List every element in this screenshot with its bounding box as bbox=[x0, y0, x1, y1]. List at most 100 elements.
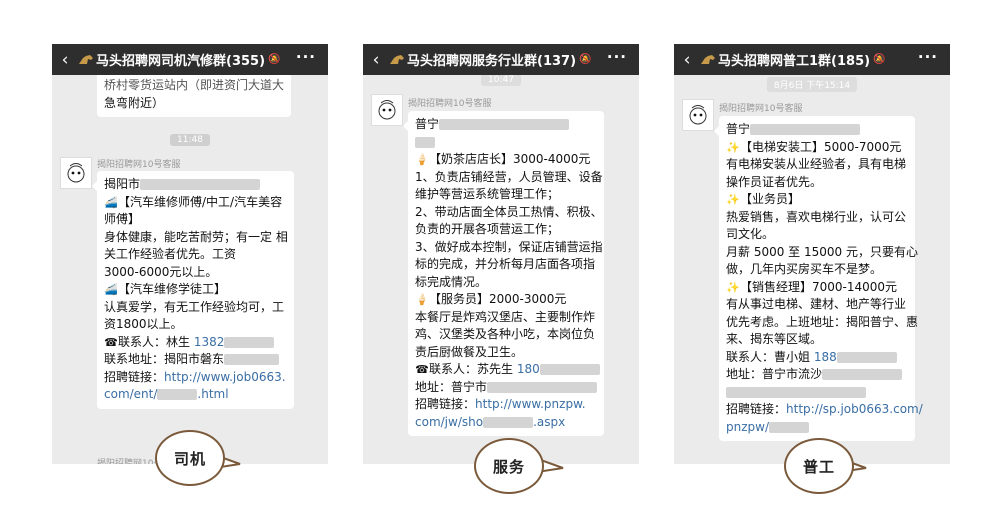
message-link[interactable]: com/jw/sho bbox=[415, 415, 483, 429]
message-link[interactable]: 1382 bbox=[194, 335, 225, 349]
message-line: 招聘链接：http://www.pnzpw. bbox=[415, 396, 597, 414]
redacted-text bbox=[483, 416, 534, 428]
bullet-icon: ✨ bbox=[726, 193, 740, 206]
redacted-text bbox=[822, 369, 903, 380]
sheep-avatar-icon bbox=[378, 100, 396, 120]
message-text: 招聘链接： bbox=[415, 397, 476, 411]
message-text: 月薪 5000 至 15000 元，只要有心 bbox=[726, 244, 918, 259]
message-text: 联系人：苏先生 bbox=[429, 362, 517, 376]
more-icon[interactable]: ··· bbox=[296, 48, 316, 66]
message-line: 来、揭东等区域。 bbox=[726, 331, 908, 349]
redacted-text bbox=[487, 381, 598, 393]
bullet-icon: 🍦 bbox=[415, 153, 429, 166]
message-link[interactable]: 180 bbox=[517, 362, 540, 376]
message-text: 资1800以上。 bbox=[104, 317, 183, 331]
redacted-text bbox=[750, 124, 861, 135]
message-line: 师傅】 bbox=[104, 211, 287, 229]
message-text: 标完成情况。 bbox=[415, 274, 488, 289]
message-link[interactable]: com/ent/ bbox=[104, 387, 157, 401]
message-link[interactable]: http://www.pnzpw. bbox=[475, 397, 586, 411]
message-line: 急弯附近） bbox=[104, 95, 165, 110]
message-text: 联系人：曹小姐 bbox=[726, 349, 814, 364]
back-icon[interactable]: ‹ bbox=[52, 50, 78, 70]
sender-name: 揭阳招聘网10号客服 bbox=[97, 160, 181, 170]
message-line: 司文化。 bbox=[726, 226, 908, 244]
message-line: 揭阳市 bbox=[104, 176, 287, 194]
message-text: 本餐厅是炸鸡汉堡店、主要制作炸 bbox=[415, 309, 596, 324]
chat-panel-worker: ‹ 马头招聘网普工1群(185) 🔕 ··· 8月6日 下午15:14 揭阳招聘… bbox=[674, 44, 950, 464]
message-text: 招聘链接： bbox=[104, 369, 165, 384]
message-text: 联系人：林生 bbox=[118, 334, 194, 349]
horse-logo-icon bbox=[701, 54, 715, 64]
avatar[interactable] bbox=[371, 94, 403, 126]
avatar[interactable] bbox=[60, 157, 92, 189]
redacted-text bbox=[836, 351, 897, 363]
bell-mute-icon: 🔕 bbox=[579, 54, 592, 65]
message-text: 操作员证者优先。 bbox=[726, 174, 823, 189]
message-link[interactable]: .aspx bbox=[533, 415, 565, 429]
message-line: 🍦【奶茶店店长】3000-4000元 bbox=[415, 151, 597, 169]
message-line: 有从事过电梯、建材、地产等行业 bbox=[726, 296, 908, 314]
message-text: 司文化。 bbox=[726, 227, 775, 241]
message-line: 地址：普宁市流沙 bbox=[726, 366, 908, 384]
message-text: 负责的开展各项营运工作； bbox=[415, 222, 560, 236]
message-line: 3、做好成本控制，保证店铺营运指 bbox=[415, 239, 603, 257]
timestamp: 11:48 bbox=[170, 134, 210, 146]
message-line: 热爱销售，喜欢电梯行业，认可公 bbox=[726, 209, 908, 227]
message-line: ✨【销售经理】7000-14000元 bbox=[726, 279, 908, 297]
message-text: 招聘链接： bbox=[726, 402, 787, 416]
message-text: 【汽车维修学徒工】 bbox=[118, 282, 227, 296]
sender-name: 揭阳招聘网10号客服 bbox=[408, 99, 492, 109]
chat-panel-driver: ‹ 马头招聘网司机汽修群(355) 🔕 ··· 桥村零货运站内（即进资门大道大 … bbox=[52, 44, 328, 464]
message-line: 标的完成，并分析每月店面各项指 bbox=[415, 256, 597, 274]
message-text: 优先考虑。上班地址：揭阳普宁、惠 bbox=[726, 314, 919, 329]
message-line: 认真爱学，有无工作经验均可，工 bbox=[104, 299, 287, 317]
message-line: 鸡、汉堡类及各种小吃，本岗位负 bbox=[415, 326, 597, 344]
chat-titlebar: ‹ 马头招聘网服务行业群(137) 🔕 ··· bbox=[363, 44, 639, 75]
message-line: com/jw/sho .aspx bbox=[415, 414, 597, 432]
message-text: 3、做好成本控制，保证店铺营运指 bbox=[415, 239, 603, 254]
timestamp: 10:47 bbox=[481, 74, 521, 86]
chat-title: 马头招聘网普工1群(185) bbox=[718, 54, 871, 69]
back-icon[interactable]: ‹ bbox=[363, 50, 389, 70]
message-line: 普宁 bbox=[726, 121, 908, 139]
redacted-text bbox=[539, 364, 600, 375]
category-callout-driver: 司机 bbox=[155, 430, 225, 486]
back-icon[interactable]: ‹ bbox=[674, 50, 700, 70]
message-link[interactable]: pnzpw/ bbox=[726, 420, 769, 434]
message-text: 3000-6000元以上。 bbox=[104, 264, 218, 279]
message-text: 【汽车维修师傅/中工/汽车美容 bbox=[118, 194, 283, 209]
sheep-avatar-icon bbox=[689, 105, 707, 125]
message-text: 联系地址：揭阳市磐东 bbox=[104, 352, 225, 366]
bullet-icon: 🚄 bbox=[104, 283, 118, 296]
more-icon[interactable]: ··· bbox=[607, 48, 627, 66]
message-text: 【电梯安装工】5000-7000元 bbox=[740, 139, 902, 154]
message-line: 负责的开展各项营运工作； bbox=[415, 221, 597, 239]
message-text: 普宁 bbox=[726, 122, 751, 136]
previous-message-bubble: 桥村零货运站内（即进资门大道大 急弯附近） bbox=[97, 72, 292, 117]
message-text: 标的完成，并分析每月店面各项指 bbox=[415, 257, 596, 271]
chat-titlebar: ‹ 马头招聘网司机汽修群(355) 🔕 ··· bbox=[52, 44, 328, 75]
message-line: ✨【业务员】 bbox=[726, 191, 908, 209]
message-line: 关工作经验者优先。工资 bbox=[104, 246, 287, 264]
avatar[interactable] bbox=[682, 99, 714, 131]
message-line: 🚄【汽车维修学徒工】 bbox=[104, 281, 287, 299]
message-link[interactable]: 188 bbox=[814, 350, 837, 364]
message-line: ✨【电梯安装工】5000-7000元 bbox=[726, 139, 908, 157]
message-link[interactable]: http://www.job0663. bbox=[164, 370, 286, 384]
message-text: 维护等营运系统管理工作； bbox=[415, 187, 560, 201]
message-line: 维护等营运系统管理工作； bbox=[415, 186, 597, 204]
message-text: 【业务员】 bbox=[740, 192, 801, 206]
bell-mute-icon: 🔕 bbox=[873, 54, 886, 65]
message-line: 月薪 5000 至 15000 元，只要有心 bbox=[726, 244, 918, 262]
more-icon[interactable]: ··· bbox=[918, 48, 938, 66]
message-line: 优先考虑。上班地址：揭阳普宁、惠 bbox=[726, 314, 918, 332]
message-text: 热爱销售，喜欢电梯行业，认可公 bbox=[726, 209, 907, 224]
message-link[interactable]: .html bbox=[197, 387, 228, 401]
message-line bbox=[415, 134, 597, 152]
message-link[interactable]: http://sp.job0663.com/ bbox=[786, 402, 923, 416]
message-line: 地址：普宁市 bbox=[415, 379, 598, 397]
message-line: 1、负责店铺经营，人员管理、设备 bbox=[415, 169, 603, 187]
bullet-icon: ☎ bbox=[415, 363, 429, 376]
message-line: 招聘链接：http://www.job0663. bbox=[104, 369, 287, 387]
